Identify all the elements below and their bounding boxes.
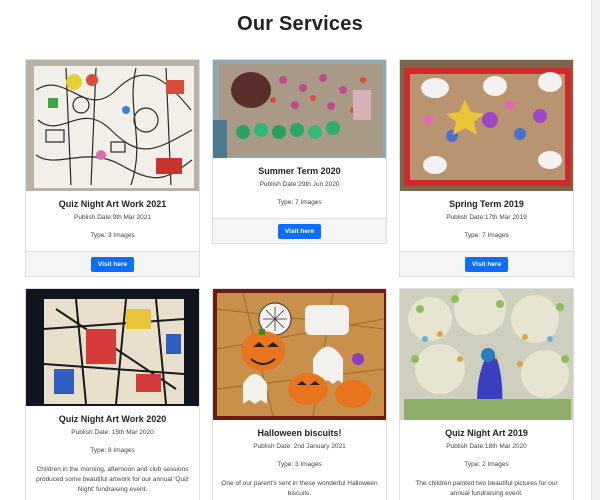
service-card: Quiz Night Art Work 2020 Publish Date: 1…	[25, 288, 200, 500]
card-image[interactable]	[213, 289, 386, 420]
card-image[interactable]	[213, 60, 386, 158]
page-scrollbar[interactable]	[591, 0, 600, 500]
publish-date: Publish Date: 2nd January 2021	[253, 443, 346, 450]
image-count: Type: 7 Images	[277, 199, 322, 206]
card-title: Spring Term 2019	[449, 199, 524, 209]
publish-date: Publish Date:9th Mar 2021	[74, 214, 151, 221]
service-card: Summer Term 2020 Publish Date:29th Jun 2…	[212, 59, 387, 244]
image-count: Type: 7 Images	[464, 232, 509, 239]
image-count: Type: 3 Images	[277, 461, 322, 468]
card-body: Quiz Night Art 2019 Publish Date:18th Ma…	[400, 428, 573, 499]
publish-date: Publish Date:17th Mar 2019	[446, 214, 527, 221]
card-footer: Visit here	[400, 251, 573, 276]
card-image[interactable]	[400, 60, 573, 191]
service-card: Quiz Night Art Work 2021 Publish Date:9t…	[25, 59, 200, 277]
publish-date: Publish Date:29th Jun 2020	[259, 181, 340, 188]
card-body: Quiz Night Art Work 2020 Publish Date: 1…	[26, 414, 199, 495]
card-title: Quiz Night Art 2019	[445, 428, 528, 438]
card-description: The children painted two beautiful pictu…	[415, 480, 558, 497]
card-body: Spring Term 2019 Publish Date:17th Mar 2…	[400, 199, 573, 239]
card-body: Quiz Night Art Work 2021 Publish Date:9t…	[26, 199, 199, 239]
card-footer: Visit here	[26, 251, 199, 276]
visit-button[interactable]: Visit here	[277, 223, 322, 239]
publish-date: Publish Date: 15th Mar 2020	[71, 429, 154, 436]
visit-button[interactable]: Visit here	[90, 256, 135, 272]
image-count: Type: 3 Images	[90, 232, 135, 239]
image-count: Type: 2 Images	[464, 461, 509, 468]
card-description: Children in the morning, afternoon and c…	[36, 466, 189, 493]
card-image[interactable]	[400, 289, 573, 420]
card-body: Halloween biscuits! Publish Date: 2nd Ja…	[213, 428, 386, 499]
service-card: Halloween biscuits! Publish Date: 2nd Ja…	[212, 288, 387, 500]
services-page: Our Services Quiz Night Art Work 2021 Pu…	[0, 0, 600, 500]
card-image[interactable]	[26, 289, 199, 406]
card-body: Summer Term 2020 Publish Date:29th Jun 2…	[213, 166, 386, 206]
page-title: Our Services	[237, 13, 363, 35]
visit-button[interactable]: Visit here	[464, 256, 509, 272]
card-title: Summer Term 2020	[258, 166, 341, 176]
card-title: Quiz Night Art Work 2021	[58, 199, 167, 209]
card-footer: Visit here	[213, 218, 386, 243]
card-title: Halloween biscuits!	[257, 428, 342, 438]
service-card: Spring Term 2019 Publish Date:17th Mar 2…	[399, 59, 574, 277]
service-card: Quiz Night Art 2019 Publish Date:18th Ma…	[399, 288, 574, 500]
publish-date: Publish Date:18th Mar 2020	[446, 443, 527, 450]
card-title: Quiz Night Art Work 2020	[58, 414, 167, 424]
card-image[interactable]	[26, 60, 199, 191]
image-count: Type: 8 Images	[90, 447, 135, 454]
card-description: One of our parent's sent in these wonder…	[221, 480, 378, 497]
